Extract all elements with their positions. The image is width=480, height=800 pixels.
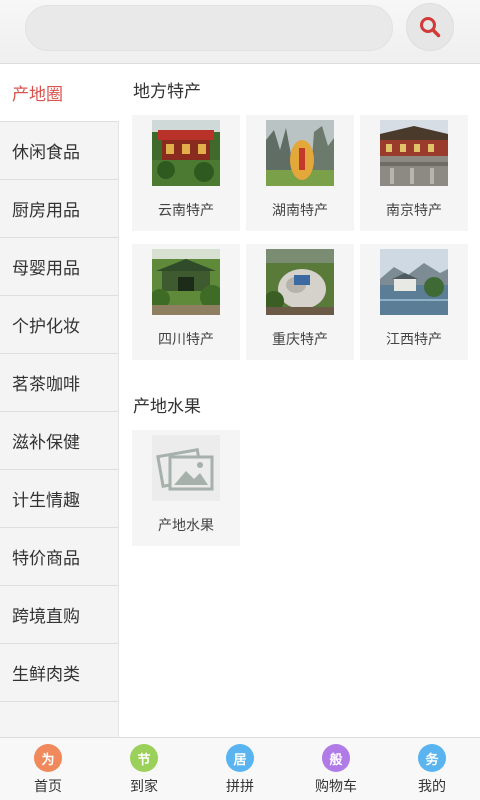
search-box[interactable]: [25, 5, 393, 51]
search-input[interactable]: [26, 6, 392, 50]
card-label: 江西特产: [386, 332, 442, 348]
sidebar-item-specials[interactable]: 特价商品: [0, 528, 118, 586]
category-sidebar: 产地圈 休闲食品 厨房用品 母婴用品 个护化妆 茗茶咖啡 滋补保健 计生情趣 特…: [0, 64, 119, 737]
sichuan-photo: [152, 249, 220, 315]
sidebar-item-label: 个护化妆: [12, 317, 80, 337]
nanjing-photo: [380, 120, 448, 186]
section-title: 产地水果: [133, 397, 201, 417]
nav-cart[interactable]: 般 购物车: [288, 738, 384, 800]
category-card-yunnan[interactable]: 云南特产: [132, 115, 240, 231]
card-label: 云南特产: [158, 203, 214, 219]
sidebar-item-cross-border[interactable]: 跨境直购: [0, 586, 118, 644]
card-label: 产地水果: [158, 518, 214, 534]
sidebar-item-fresh-meat[interactable]: 生鲜肉类: [0, 644, 118, 702]
sidebar-item-label: 跨境直购: [12, 607, 80, 627]
nav-group-buy[interactable]: 居 拼拼: [192, 738, 288, 800]
sidebar-item-label: 滋补保健: [12, 433, 80, 453]
image-placeholder-icon: [152, 435, 220, 501]
sidebar-item-tea-coffee[interactable]: 茗茶咖啡: [0, 354, 118, 412]
sidebar-item-label: 厨房用品: [12, 201, 80, 221]
nav-home[interactable]: 为 首页: [0, 738, 96, 800]
bottom-nav: 为 首页 节 到家 居 拼拼 般 购物车 务 我的: [0, 737, 480, 800]
header: [0, 0, 480, 64]
search-button[interactable]: [406, 3, 454, 51]
sidebar-item-snacks[interactable]: 休闲食品: [0, 122, 118, 180]
search-icon: [420, 17, 441, 38]
chongqing-photo: [266, 249, 334, 315]
nav-profile[interactable]: 务 我的: [384, 738, 480, 800]
card-label: 湖南特产: [272, 203, 328, 219]
hunan-photo: [266, 120, 334, 186]
sidebar-item-label: 休闲食品: [12, 143, 80, 163]
sidebar-item-adult[interactable]: 计生情趣: [0, 470, 118, 528]
nav-label: 购物车: [315, 779, 357, 795]
cart-icon: 般: [322, 744, 350, 772]
sidebar-item-origin-circle[interactable]: 产地圈: [0, 64, 119, 122]
card-label: 南京特产: [386, 203, 442, 219]
delivery-icon: 节: [130, 744, 158, 772]
yunnan-photo: [152, 120, 220, 186]
nav-label: 首页: [34, 779, 62, 795]
sidebar-item-label: 生鲜肉类: [12, 665, 80, 685]
category-card-nanjing[interactable]: 南京特产: [360, 115, 468, 231]
nav-label: 我的: [418, 779, 446, 795]
home-icon: 为: [34, 744, 62, 772]
jiangxi-photo: [380, 249, 448, 315]
category-card-fruit[interactable]: 产地水果: [132, 430, 240, 546]
category-content: 地方特产 云南特产 湖南特产 南京特产 四川特产 重庆特产 江西特产 产地水果 …: [120, 64, 480, 737]
profile-icon: 务: [418, 744, 446, 772]
sidebar-item-baby[interactable]: 母婴用品: [0, 238, 118, 296]
category-card-jiangxi[interactable]: 江西特产: [360, 244, 468, 360]
group-buy-icon: 居: [226, 744, 254, 772]
sidebar-item-label: 计生情趣: [12, 491, 80, 511]
category-card-hunan[interactable]: 湖南特产: [246, 115, 354, 231]
nav-delivery[interactable]: 节 到家: [96, 738, 192, 800]
sidebar-item-kitchen[interactable]: 厨房用品: [0, 180, 118, 238]
sidebar-item-health[interactable]: 滋补保健: [0, 412, 118, 470]
sidebar-item-personal-care[interactable]: 个护化妆: [0, 296, 118, 354]
section-title: 地方特产: [133, 82, 201, 102]
category-card-sichuan[interactable]: 四川特产: [132, 244, 240, 360]
sidebar-item-label: 特价商品: [12, 549, 80, 569]
sidebar-item-label: 产地圈: [12, 85, 63, 105]
sidebar-item-label: 母婴用品: [12, 259, 80, 279]
nav-label: 拼拼: [226, 779, 254, 795]
sidebar-item-label: 茗茶咖啡: [12, 375, 80, 395]
card-label: 重庆特产: [272, 332, 328, 348]
nav-label: 到家: [130, 779, 158, 795]
category-card-chongqing[interactable]: 重庆特产: [246, 244, 354, 360]
card-label: 四川特产: [158, 332, 214, 348]
